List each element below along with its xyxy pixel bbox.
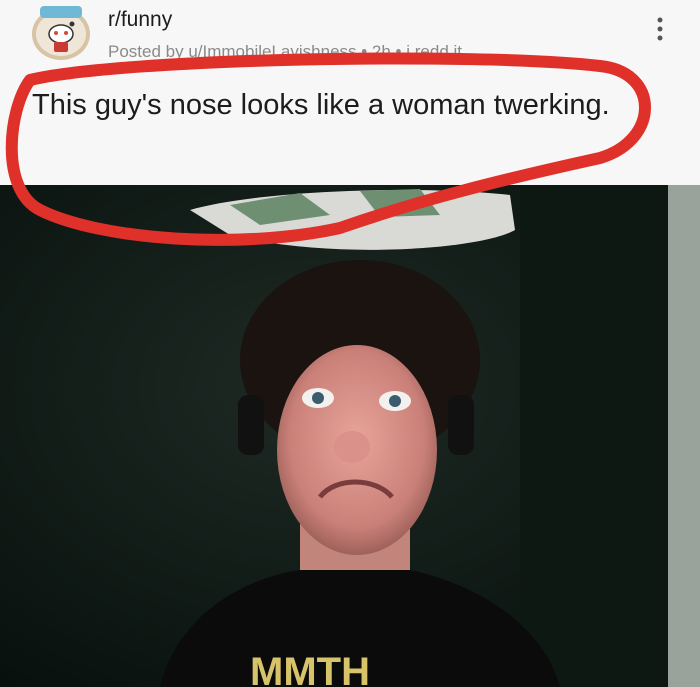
domain-link[interactable]: i.redd.it — [406, 42, 462, 61]
subreddit-name[interactable]: r/funny — [108, 8, 172, 32]
post-image[interactable]: MMTH — [0, 185, 700, 687]
subreddit-avatar[interactable] — [30, 4, 92, 60]
shirt-print: MMTH — [250, 650, 370, 687]
author-link[interactable]: u/ImmobileLavishness — [188, 42, 356, 61]
posted-by-label: Posted by — [108, 42, 189, 61]
more-options-icon[interactable] — [650, 14, 670, 44]
post-title[interactable]: This guy's nose looks like a woman twerk… — [32, 84, 632, 126]
post-meta: Posted by u/ImmobileLavishness • 2h • i.… — [108, 42, 462, 62]
post-time: • 2h • — [356, 42, 407, 61]
post-header: r/funny Posted by u/ImmobileLavishness •… — [0, 0, 700, 185]
